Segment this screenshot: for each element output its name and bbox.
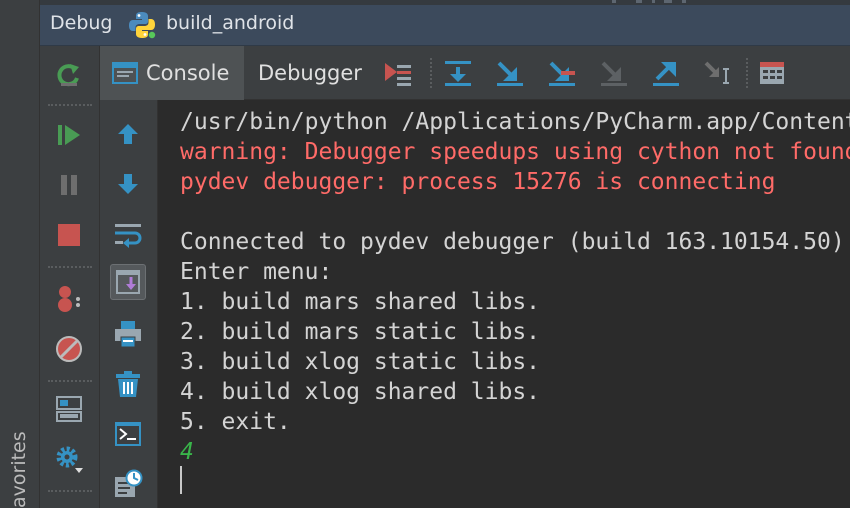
force-step-into-button[interactable] [596,56,632,90]
run-to-cursor-icon [704,61,729,84]
rerun-icon [57,64,79,87]
step-into-icon [497,61,523,86]
mute-breakpoints-button[interactable] [52,332,86,366]
tab-console[interactable]: Console [100,46,244,100]
console-line: 3. build xlog static libs. [180,349,541,375]
step-out-icon [653,62,679,86]
console-line: Connected to pydev debugger (build 163.1… [180,229,845,255]
debug-action-toolbar [40,46,100,508]
console-line: 4. build xlog shared libs. [180,379,541,405]
step-into-my-code-button[interactable] [544,56,580,90]
console-line: 1. build mars shared libs. [180,289,541,315]
toolbar-separator [430,58,432,88]
pause-program-button[interactable] [52,168,86,202]
stop-icon [58,224,80,246]
step-over-button[interactable] [440,56,476,90]
evaluate-expression-button[interactable] [754,56,790,90]
console-line: 5. exit. [180,409,291,435]
history-icon [115,469,143,497]
clear-all-button[interactable] [110,366,146,402]
settings-button[interactable] [52,442,86,476]
soft-wrap-button[interactable] [110,216,146,252]
run-to-cursor-button[interactable] [700,56,736,90]
console-toolbar [100,100,158,508]
toolbar-separator [746,58,748,88]
show-execution-point-button[interactable] [380,56,416,90]
toolbar-separator [48,266,92,268]
run-configuration-name: build_android [166,12,295,34]
stop-button[interactable] [52,218,86,252]
python-icon [129,12,156,39]
console-line: Enter menu: [180,259,333,285]
console-icon [112,62,138,84]
next-occurrence-button[interactable] [110,166,146,202]
favorites-tool-tab[interactable]: avorites [4,420,34,508]
scroll-to-end-icon [116,270,140,294]
debug-tab-bar: Console Debugger [100,46,850,100]
toolbar-separator [48,380,92,382]
console-output[interactable]: /usr/bin/python /Applications/PyCharm.ap… [158,100,850,508]
force-step-into-icon [601,61,627,86]
restore-layout-button[interactable] [52,392,86,426]
step-out-button[interactable] [648,56,684,90]
tool-window-title: Debug [50,12,113,34]
resume-program-button[interactable] [52,118,86,152]
clear-all-icon [116,371,140,397]
console-line: warning: Debugger speedups using cython … [180,139,850,165]
left-tool-strip: avorites [0,0,40,508]
up-arrow-icon [118,124,138,144]
console-line: 2. build mars static libs. [180,319,541,345]
step-over-icon [445,61,471,86]
settings-icon [56,446,83,473]
mute-breakpoints-icon [56,336,82,362]
soft-wrap-icon [115,224,142,248]
toolbar-separator [48,104,92,106]
previous-occurrence-button[interactable] [110,116,146,152]
scroll-to-end-toggle[interactable] [110,264,146,300]
step-into-button[interactable] [492,56,528,90]
resume-icon [58,125,80,145]
toolbar-separator [48,490,92,492]
debug-tool-window-header: Debug build_android [40,0,850,46]
view-breakpoints-button[interactable] [52,282,86,316]
header-top-border [40,0,850,5]
evaluate-expression-icon [760,62,784,84]
tab-debugger-label: Debugger [258,61,362,85]
console-line: /usr/bin/python /Applications/PyCharm.ap… [180,109,850,135]
print-button[interactable] [110,316,146,352]
show-command-line-button[interactable] [110,416,146,452]
view-breakpoints-icon [58,286,80,312]
show-command-line-icon [115,422,141,446]
command-history-button[interactable] [110,466,146,502]
header-ticks [612,0,702,5]
step-into-my-code-icon [549,61,575,86]
rerun-button[interactable] [52,58,86,92]
console-user-input: 4 [180,439,194,465]
layout-icon [56,396,82,422]
tab-console-label: Console [146,61,230,85]
console-line: pydev debugger: process 15276 is connect… [180,169,776,195]
print-icon [115,321,141,348]
pause-icon [61,175,77,195]
show-execution-point-icon [385,63,411,86]
tab-debugger[interactable]: Debugger [246,46,368,100]
down-arrow-icon [118,174,138,194]
text-caret[interactable] [180,466,182,494]
